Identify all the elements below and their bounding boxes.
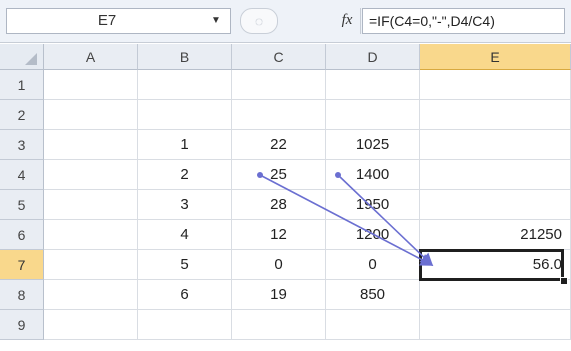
cell-a6[interactable] <box>44 220 138 250</box>
cell-b5[interactable]: 3 <box>138 190 232 220</box>
cell-b9[interactable] <box>138 310 232 340</box>
cell-b7[interactable]: 5 <box>138 250 232 280</box>
column-header-a[interactable]: A <box>44 44 138 70</box>
cell-b4[interactable]: 2 <box>138 160 232 190</box>
cell-b1[interactable] <box>138 70 232 100</box>
chevron-down-icon[interactable]: ▼ <box>208 9 224 33</box>
cell-a1[interactable] <box>44 70 138 100</box>
cell-b6[interactable]: 4 <box>138 220 232 250</box>
column-header-b[interactable]: B <box>138 44 232 70</box>
column-header-c[interactable]: C <box>232 44 326 70</box>
cell-c4[interactable]: 25 <box>232 160 326 190</box>
cell-d6[interactable]: 1200 <box>326 220 420 250</box>
select-all-icon <box>25 53 37 65</box>
cell-e1[interactable] <box>420 70 571 100</box>
cell-e8[interactable] <box>420 280 571 310</box>
cell-b2[interactable] <box>138 100 232 130</box>
cell-d9[interactable] <box>326 310 420 340</box>
cell-e3[interactable] <box>420 130 571 160</box>
row-header-9[interactable]: 9 <box>0 310 44 340</box>
cell-e4[interactable] <box>420 160 571 190</box>
formula-controls-oval: ◌ <box>240 8 278 34</box>
formula-bar: E7 ▼ ◌ fx =IF(C4=0,"-",D4/C4) <box>0 0 571 43</box>
row-header-8[interactable]: 8 <box>0 280 44 310</box>
cell-a2[interactable] <box>44 100 138 130</box>
cell-e5[interactable] <box>420 190 571 220</box>
formula-bar-divider <box>360 8 361 34</box>
formula-input[interactable]: =IF(C4=0,"-",D4/C4) <box>362 8 565 34</box>
cell-c3[interactable]: 22 <box>232 130 326 160</box>
cell-d1[interactable] <box>326 70 420 100</box>
cell-c8[interactable]: 19 <box>232 280 326 310</box>
row-header-7[interactable]: 7 <box>0 250 44 280</box>
column-header-e[interactable]: E <box>420 44 571 70</box>
row-header-3[interactable]: 3 <box>0 130 44 160</box>
insert-function-icon[interactable]: fx <box>336 9 358 31</box>
row-header-4[interactable]: 4 <box>0 160 44 190</box>
cell-d7[interactable]: 0 <box>326 250 420 280</box>
cell-a8[interactable] <box>44 280 138 310</box>
cell-b3[interactable]: 1 <box>138 130 232 160</box>
cell-c9[interactable] <box>232 310 326 340</box>
spreadsheet-grid: A B C D E 1 2 3 1 22 1025 4 2 25 1400 5 3 28 1950 6 4 12 1200 2… <box>0 44 571 351</box>
cell-a4[interactable] <box>44 160 138 190</box>
cell-d3[interactable]: 1025 <box>326 130 420 160</box>
cell-c7[interactable]: 0 <box>232 250 326 280</box>
cell-a5[interactable] <box>44 190 138 220</box>
cell-a3[interactable] <box>44 130 138 160</box>
column-header-d[interactable]: D <box>326 44 420 70</box>
cell-a7[interactable] <box>44 250 138 280</box>
formula-controls: ◌ fx <box>240 8 352 34</box>
name-box[interactable]: E7 ▼ <box>6 8 231 34</box>
cell-e9[interactable] <box>420 310 571 340</box>
cell-e2[interactable] <box>420 100 571 130</box>
cell-c5[interactable]: 28 <box>232 190 326 220</box>
cell-d2[interactable] <box>326 100 420 130</box>
row-header-1[interactable]: 1 <box>0 70 44 100</box>
cell-d8[interactable]: 850 <box>326 280 420 310</box>
cell-e7[interactable]: 56.0 <box>420 250 571 280</box>
row-header-2[interactable]: 2 <box>0 100 44 130</box>
row-header-6[interactable]: 6 <box>0 220 44 250</box>
cell-a9[interactable] <box>44 310 138 340</box>
cell-c2[interactable] <box>232 100 326 130</box>
cell-c6[interactable]: 12 <box>232 220 326 250</box>
select-all-corner[interactable] <box>0 44 44 70</box>
cell-c1[interactable] <box>232 70 326 100</box>
name-box-value: E7 <box>97 12 117 29</box>
cell-d5[interactable]: 1950 <box>326 190 420 220</box>
cell-b8[interactable]: 6 <box>138 280 232 310</box>
cell-e6[interactable]: 21250 <box>420 220 571 250</box>
cell-d4[interactable]: 1400 <box>326 160 420 190</box>
row-header-5[interactable]: 5 <box>0 190 44 220</box>
